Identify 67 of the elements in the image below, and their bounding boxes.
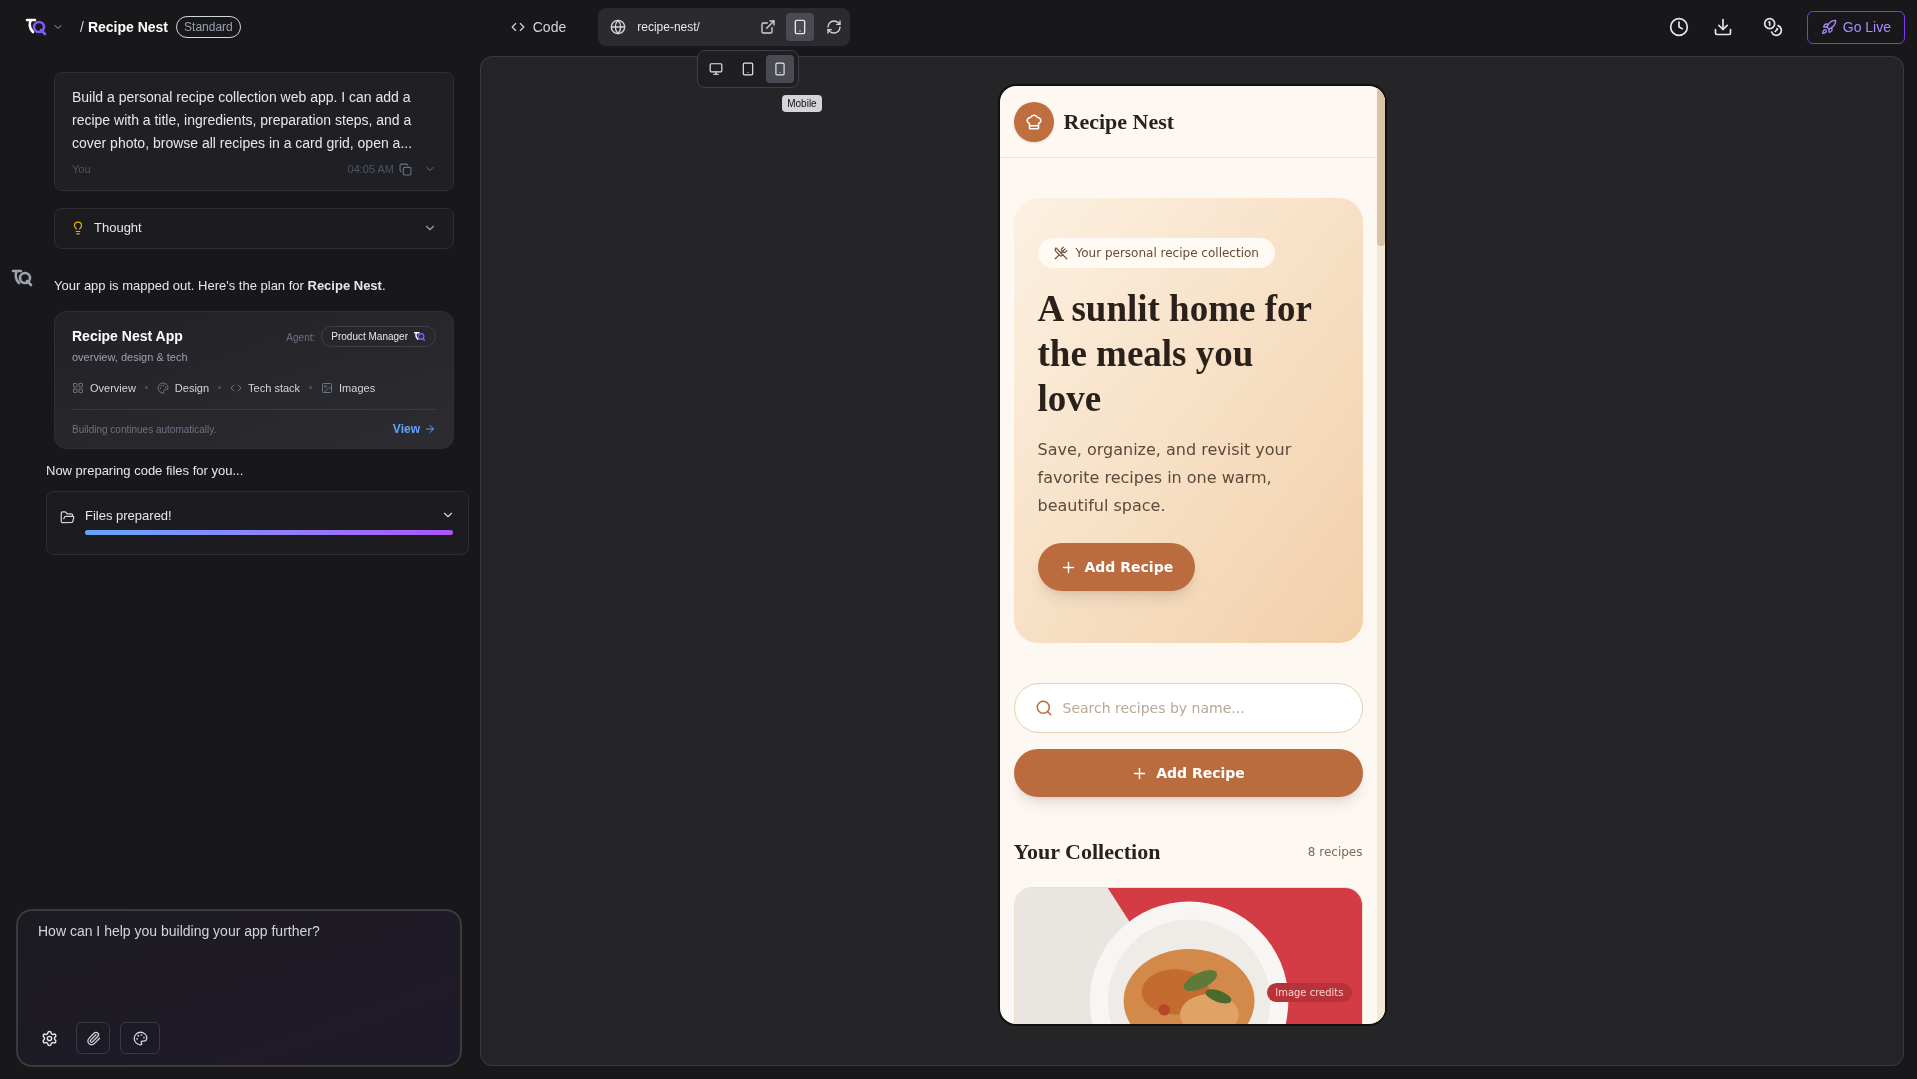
images-icon <box>321 381 334 394</box>
plan-title: Recipe Nest App <box>72 327 184 346</box>
url-text: recipe-nest/ <box>637 19 701 36</box>
download-icon[interactable] <box>1712 17 1733 37</box>
thought-toggle[interactable]: Thought <box>54 207 454 249</box>
search-field[interactable]: Search recipes by name... <box>1013 683 1363 733</box>
coins-icon[interactable] <box>1762 17 1783 37</box>
external-link-icon[interactable] <box>760 19 777 35</box>
recipe-card[interactable]: Image credits <box>1013 887 1363 1024</box>
hero-heading: A sunlit home for the meals you love <box>1037 287 1313 421</box>
settings-icon <box>40 1029 58 1047</box>
globe-icon <box>610 19 627 35</box>
copy-icon[interactable] <box>399 162 412 176</box>
code-tab[interactable]: Code <box>502 12 575 42</box>
bullet-separator <box>309 386 313 390</box>
search-icon <box>1034 699 1053 717</box>
files-status: Files prepared! <box>85 506 172 525</box>
mobile-view-button[interactable] <box>766 55 795 83</box>
plan-section-link[interactable]: Overview <box>72 379 136 396</box>
app-title: Recipe Nest <box>1063 108 1175 136</box>
plan-subtitle: overview, design & tech <box>72 350 188 365</box>
chef-hat-icon <box>1013 101 1054 142</box>
user-message-text: Build a personal recipe collection web app. I can add a recipe with a title, ingredients, preparation steps, and a cover photo, browse all recipes in a card grid, open a... <box>72 88 414 153</box>
folder-icon <box>60 509 75 525</box>
mobile-icon <box>773 62 788 76</box>
palette-button[interactable] <box>120 1022 160 1054</box>
plan-section-link[interactable]: Tech stack <box>230 379 301 396</box>
hero-text: Save, organize, and revisit your favorite recipes in one warm, beautiful space. <box>1037 439 1293 517</box>
hero-badge: Your personal recipe collection <box>1037 238 1275 268</box>
design-icon <box>156 381 169 394</box>
go-live-button[interactable]: Go Live <box>1806 10 1905 44</box>
tablet-icon <box>741 62 756 76</box>
history-icon[interactable] <box>1668 17 1689 37</box>
view-link[interactable]: View <box>392 420 436 438</box>
plan-section-link[interactable]: Design <box>156 379 210 396</box>
bullet-separator <box>144 386 148 390</box>
assistant-message: Your app is mapped out. Here's the plan for Recipe Nest. <box>54 276 386 295</box>
message-time: 04:05 AM <box>347 162 394 177</box>
tooltip: Mobile <box>782 95 822 112</box>
overview-icon <box>72 381 84 394</box>
status-text: Now preparing code files for you... <box>46 462 245 480</box>
desktop-icon <box>709 62 724 76</box>
prompt-textarea[interactable]: How can I help you building your app further? <box>38 921 440 1021</box>
recipe-count: 8 recipes <box>1307 843 1363 861</box>
device-button[interactable] <box>786 13 815 41</box>
refresh-icon[interactable] <box>826 19 843 35</box>
prompt-input[interactable]: How can I help you building your app further? <box>16 909 462 1067</box>
project-name: Recipe Nest <box>87 17 169 37</box>
agent-icon <box>413 330 426 343</box>
building-note: Building continues automatically. <box>72 422 217 437</box>
palette-icon <box>132 1030 148 1046</box>
arrow-right-icon <box>424 423 436 435</box>
search-input[interactable]: Search recipes by name... <box>1062 697 1342 719</box>
lightbulb-icon <box>71 221 85 235</box>
paperclip-icon <box>85 1030 101 1046</box>
add-recipe-button[interactable]: Add Recipe <box>1013 749 1363 797</box>
author-label: You <box>72 162 91 177</box>
attach-button[interactable] <box>76 1022 110 1054</box>
code-icon <box>510 20 525 34</box>
image-credits-button[interactable]: Image credits <box>1267 983 1352 1002</box>
bullet-separator <box>218 386 222 390</box>
breadcrumb-separator: / <box>80 17 84 37</box>
rocket-icon <box>1820 19 1837 35</box>
add-recipe-button[interactable]: Add Recipe <box>1037 543 1196 591</box>
agent-label: Agent: <box>286 331 316 345</box>
plan-section-link[interactable]: Images <box>321 379 376 396</box>
collection-heading: Your Collection <box>1013 838 1161 866</box>
